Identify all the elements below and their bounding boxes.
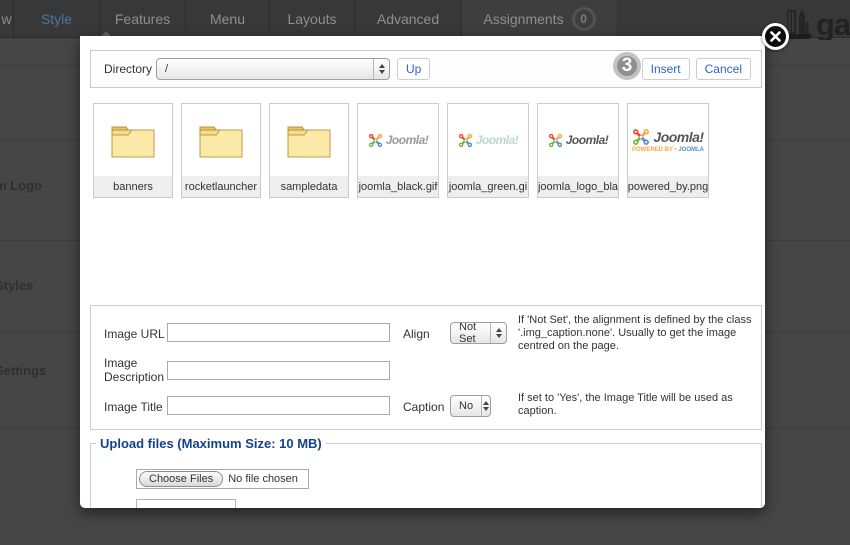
tab-layouts[interactable]: Layouts xyxy=(270,0,355,38)
image-properties-form: Image URL Align Not Set If 'Not Set', th… xyxy=(90,305,762,430)
image-description-input[interactable] xyxy=(167,361,390,380)
file-name: sampledata xyxy=(270,176,348,197)
align-label: Align xyxy=(403,327,430,341)
sidebar-label-settings: Settings xyxy=(0,363,46,378)
image-tile-powered-by[interactable]: Joomla! POWERED BY • JOOMLA powered_by.p… xyxy=(627,103,709,198)
tab-label: Menu xyxy=(210,11,245,27)
gantry-wordmark: ga xyxy=(816,10,850,40)
select-stepper-icon xyxy=(490,323,506,343)
file-name: joomla_logo_bla xyxy=(538,176,618,197)
image-tile-joomla-black[interactable]: Joomla! joomla_black.gif xyxy=(357,103,439,198)
insert-button[interactable]: Insert xyxy=(642,58,690,80)
joomla-logo-icon xyxy=(458,133,473,148)
background-tabbar: w Style Features Menu Layouts Advanced A… xyxy=(0,0,850,38)
tab-label: Assignments xyxy=(483,11,563,27)
tab-style[interactable]: Style xyxy=(14,0,100,38)
tab-label: Features xyxy=(115,11,170,27)
joomla-logo-icon xyxy=(632,128,650,146)
folder-tile-rocketlauncher[interactable]: rocketlauncher xyxy=(181,103,261,198)
select-stepper-icon xyxy=(373,59,389,79)
image-title-input[interactable] xyxy=(167,396,390,415)
directory-value: / xyxy=(157,63,373,75)
joomla-logo-icon xyxy=(548,133,563,148)
modal-close-button[interactable] xyxy=(762,23,789,50)
select-stepper-icon xyxy=(481,396,490,416)
folder-tile-sampledata[interactable]: sampledata xyxy=(269,103,349,198)
file-chosen-status: No file chosen xyxy=(228,473,298,485)
step-3-badge: 3 xyxy=(613,52,641,80)
joomla-wordmark: Joomla! xyxy=(476,133,519,147)
file-name: joomla_black.gif xyxy=(358,176,438,197)
caption-label: Caption xyxy=(403,400,444,414)
folder-icon xyxy=(196,119,246,161)
align-select[interactable]: Not Set xyxy=(450,322,507,344)
image-tile-joomla-logo-black[interactable]: Joomla! joomla_logo_bla xyxy=(537,103,619,198)
toolbar-actions: Insert Cancel xyxy=(642,58,751,80)
folder-icon xyxy=(108,119,158,161)
cancel-button[interactable]: Cancel xyxy=(696,58,751,80)
file-input[interactable]: Choose Files No file chosen xyxy=(136,469,309,489)
gantry-logo: ga xyxy=(784,0,850,40)
up-button[interactable]: Up xyxy=(397,58,430,80)
tab-assignments[interactable]: Assignments 0 xyxy=(462,0,618,38)
next-upload-control-partial xyxy=(136,499,236,508)
modal-toolbar: Directory / Up 3 Insert Cancel xyxy=(90,50,762,88)
upload-files-section: Upload files (Maximum Size: 10 MB) Choos… xyxy=(90,436,762,508)
file-name: powered_by.png xyxy=(628,176,708,197)
file-name: rocketlauncher xyxy=(182,176,260,197)
tab-advanced[interactable]: Advanced xyxy=(355,0,462,38)
directory-label: Directory xyxy=(104,62,152,76)
tab-label: w xyxy=(1,11,11,27)
powered-by-text: POWERED BY • JOOMLA xyxy=(632,147,704,153)
file-name: banners xyxy=(94,176,172,197)
caption-select[interactable]: No xyxy=(450,395,491,417)
screen: w Style Features Menu Layouts Advanced A… xyxy=(0,0,850,545)
tab-menu[interactable]: Menu xyxy=(186,0,270,38)
upload-legend: Upload files (Maximum Size: 10 MB) xyxy=(96,436,326,451)
directory-select[interactable]: / xyxy=(156,58,390,80)
file-browser-grid: banners rocketlauncher xyxy=(93,103,709,198)
joomla-wordmark: Joomla! xyxy=(566,133,609,147)
joomla-logo-icon xyxy=(368,133,383,148)
tab-label: Style xyxy=(41,11,72,27)
sidebar-label-logo: m Logo xyxy=(0,178,42,193)
joomla-wordmark: Joomla! xyxy=(653,129,703,145)
tab-overview-partial[interactable]: w xyxy=(0,0,14,38)
align-value: Not Set xyxy=(451,322,490,344)
joomla-wordmark: Joomla! xyxy=(386,133,429,147)
media-picker-modal: Directory / Up 3 Insert Cancel xyxy=(80,36,765,508)
caption-help-text: If set to 'Yes', the Image Title will be… xyxy=(518,392,754,418)
image-title-label: Image Title xyxy=(104,400,163,414)
image-url-input[interactable] xyxy=(167,323,390,342)
assignments-count-badge: 0 xyxy=(572,7,596,31)
image-url-label: Image URL xyxy=(104,327,165,341)
folder-icon xyxy=(284,119,334,161)
close-icon xyxy=(770,31,781,42)
align-help-text: If 'Not Set', the alignment is defined b… xyxy=(518,314,754,353)
image-tile-joomla-green[interactable]: Joomla! joomla_green.gi xyxy=(447,103,529,198)
image-description-label: Image Description xyxy=(104,356,162,384)
folder-tile-banners[interactable]: banners xyxy=(93,103,173,198)
tab-label: Advanced xyxy=(377,11,439,27)
file-name: joomla_green.gi xyxy=(448,176,528,197)
caption-value: No xyxy=(451,400,481,412)
tab-label: Layouts xyxy=(287,11,336,27)
sidebar-label-styles: Styles xyxy=(0,278,33,293)
choose-files-button[interactable]: Choose Files xyxy=(139,471,223,487)
